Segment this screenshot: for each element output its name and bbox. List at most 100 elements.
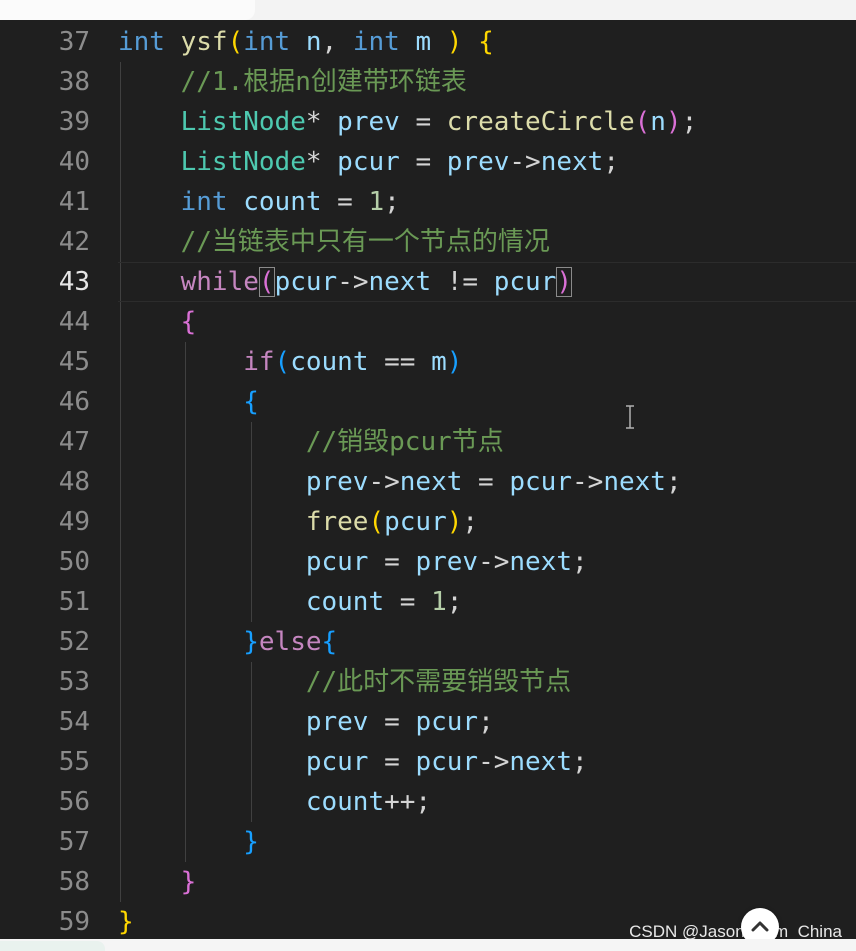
code-token: next <box>509 547 572 577</box>
code-line[interactable]: 52 }else{ <box>0 622 856 662</box>
code-editor[interactable]: 37 int ysf(int n, int m ) {38 //1.根据n创建带环… <box>0 22 856 951</box>
code-text: ListNode* prev = createCircle(n); <box>118 102 698 142</box>
code-line[interactable]: 51 count = 1; <box>0 582 856 622</box>
code-token: == <box>368 347 432 377</box>
code-token: //销毁pcur节点 <box>305 427 504 457</box>
code-line[interactable]: 39 ListNode* prev = createCircle(n); <box>0 102 856 142</box>
code-token: next <box>540 147 604 177</box>
code-token: = <box>368 747 416 777</box>
code-text: int ysf(int n, int m ) { <box>118 22 494 62</box>
code-token: next <box>368 267 432 297</box>
code-token: next <box>399 467 463 497</box>
code-token: { <box>321 627 338 657</box>
code-line[interactable]: 44 { <box>0 302 856 342</box>
code-text: if(count == m) <box>118 342 462 382</box>
code-line[interactable]: 48 prev->next = pcur->next; <box>0 462 856 502</box>
code-line[interactable]: 58 } <box>0 862 856 902</box>
code-text: } <box>118 902 134 942</box>
code-token: ( <box>274 347 291 377</box>
code-text: count++; <box>118 782 431 822</box>
code-text: pcur = prev->next; <box>118 542 588 582</box>
line-number: 48 <box>58 467 90 497</box>
code-token: 1 <box>368 187 385 217</box>
code-token: = <box>399 107 447 137</box>
code-token: ) <box>446 27 463 57</box>
code-token: prev <box>415 547 479 577</box>
ibeam-cursor-icon <box>626 405 634 429</box>
code-token: prev <box>305 707 369 737</box>
code-text: count = 1; <box>118 582 463 622</box>
screenshot: 37 int ysf(int n, int m ) {38 //1.根据n创建带环… <box>0 0 856 951</box>
code-token: != <box>431 267 494 297</box>
code-token: * <box>305 107 338 137</box>
code-token: ListNode <box>180 147 306 177</box>
code-text: //销毁pcur节点 <box>118 422 504 462</box>
code-token: -> <box>478 747 510 777</box>
code-line[interactable]: 40 ListNode* pcur = prev->next; <box>0 142 856 182</box>
matched-bracket: ( <box>258 267 275 297</box>
code-token: int <box>180 187 228 217</box>
code-line[interactable]: 54 prev = pcur; <box>0 702 856 742</box>
code-text: //此时不需要销毁节点 <box>118 662 571 702</box>
code-token: -> <box>368 467 400 497</box>
code-line[interactable]: 47 //销毁pcur节点 <box>0 422 856 462</box>
code-text: while(pcur->next != pcur) <box>118 262 573 302</box>
code-line[interactable]: 49 free(pcur); <box>0 502 856 542</box>
code-line[interactable]: 41 int count = 1; <box>0 182 856 222</box>
line-number: 40 <box>58 147 90 177</box>
code-text: { <box>118 302 197 342</box>
code-line[interactable]: 38 //1.根据n创建带环链表 <box>0 62 856 102</box>
line-number: 42 <box>58 227 90 257</box>
code-token: pcur <box>305 747 369 777</box>
code-token: * <box>305 147 338 177</box>
code-text: //当链表中只有一个节点的情况 <box>118 222 550 262</box>
code-token: count <box>290 347 369 377</box>
code-token: ) <box>665 107 682 137</box>
code-token: ++; <box>384 787 432 817</box>
code-token: n <box>305 27 322 57</box>
code-line[interactable]: 57 } <box>0 822 856 862</box>
code-line[interactable]: 50 pcur = prev->next; <box>0 542 856 582</box>
code-text: free(pcur); <box>118 502 478 542</box>
code-line[interactable]: 53 //此时不需要销毁节点 <box>0 662 856 702</box>
code-token: ; <box>478 707 494 737</box>
code-line[interactable]: 42 //当链表中只有一个节点的情况 <box>0 222 856 262</box>
line-number: 51 <box>58 587 90 617</box>
code-token: -> <box>478 547 510 577</box>
code-token: ( <box>634 107 651 137</box>
code-token: { <box>478 27 494 57</box>
code-line[interactable]: 45 if(count == m) <box>0 342 856 382</box>
code-token: ; <box>572 747 588 777</box>
code-token: else <box>258 627 322 657</box>
code-line[interactable]: 56 count++; <box>0 782 856 822</box>
code-token: = <box>321 187 369 217</box>
code-line[interactable]: 55 pcur = pcur->next; <box>0 742 856 782</box>
code-token: next <box>603 467 666 497</box>
code-line[interactable]: 37 int ysf(int n, int m ) { <box>0 22 856 62</box>
line-number: 46 <box>58 387 90 417</box>
code-token: count <box>305 787 385 817</box>
code-token: ; <box>462 507 479 537</box>
line-number: 50 <box>58 547 90 577</box>
code-token: m <box>431 347 447 377</box>
line-number: 52 <box>58 627 90 657</box>
code-line[interactable]: 46 { <box>0 382 856 422</box>
line-number: 45 <box>58 347 90 377</box>
code-text: ListNode* pcur = prev->next; <box>118 142 619 182</box>
code-token: prev <box>446 147 510 177</box>
line-number: 37 <box>58 27 90 57</box>
code-line[interactable]: 43 while(pcur->next != pcur) <box>0 262 856 302</box>
code-token: count <box>305 587 385 617</box>
code-token: ; <box>572 547 588 577</box>
line-number: 44 <box>58 307 90 337</box>
